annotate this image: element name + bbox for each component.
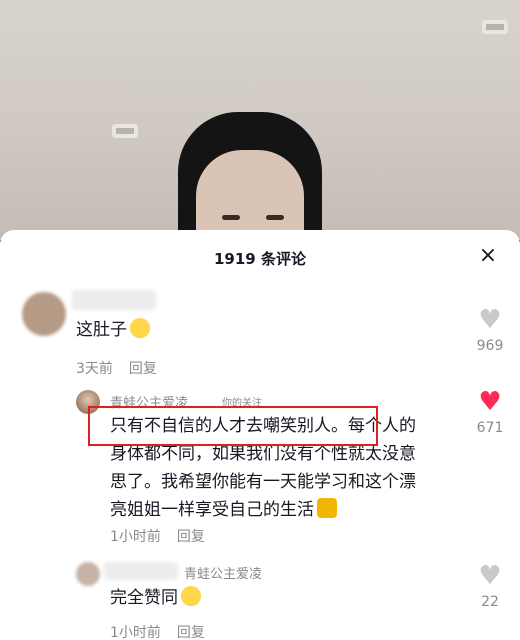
- reply-button[interactable]: 回复: [177, 529, 205, 545]
- heart-icon[interactable]: ♥: [470, 562, 510, 590]
- heart-icon[interactable]: ♥: [470, 388, 510, 416]
- comment-time: 3天前: [76, 361, 113, 377]
- like-count: 22: [481, 594, 499, 610]
- comment-author[interactable]: 青蛙公主爱凌: [184, 563, 262, 582]
- thumbs-up-icon: [317, 498, 337, 518]
- like-button[interactable]: ♥ 22: [470, 562, 510, 610]
- reply-button[interactable]: 回复: [129, 361, 157, 377]
- like-count: 969: [476, 338, 504, 354]
- blurred-username: [104, 562, 178, 580]
- ceiling-light: [112, 124, 138, 138]
- comment-time: 1小时前: [110, 625, 161, 640]
- person-face: [196, 150, 304, 240]
- highlight-box: [88, 406, 378, 446]
- ceiling-light: [482, 20, 508, 34]
- comment-text: 完全赞同: [110, 584, 201, 612]
- comment-meta: 1小时前 回复: [110, 622, 205, 640]
- video-background: [0, 0, 520, 240]
- person-eye: [222, 215, 240, 220]
- comment-meta: 3天前 回复: [76, 358, 157, 378]
- comment-count-title: 1919 条评论: [214, 250, 306, 268]
- comment-sheet: 1919 条评论 × 这肚子 3天前 回复 ♥ 969 青蛙公主爱凌 你的关注 只…: [0, 230, 520, 640]
- avatar[interactable]: [76, 562, 100, 586]
- comment-text-line: 亮姐姐一样享受自己的生活: [110, 500, 314, 520]
- laughing-face-icon: [130, 318, 150, 338]
- like-count: 671: [476, 420, 504, 436]
- reply-button[interactable]: 回复: [177, 625, 205, 640]
- avatar[interactable]: [22, 292, 66, 336]
- heart-icon[interactable]: ♥: [470, 306, 510, 334]
- crying-face-icon: [181, 586, 201, 606]
- comment-text-body: 完全赞同: [110, 588, 178, 608]
- comment-text-body: 这肚子: [76, 320, 127, 340]
- like-button[interactable]: ♥ 671: [470, 388, 510, 436]
- comment-text-line: 思了。我希望你能有一天能学习和这个漂: [110, 472, 416, 492]
- comment-text: 这肚子: [76, 316, 150, 344]
- comment-time: 1小时前: [110, 529, 161, 545]
- like-button[interactable]: ♥ 969: [470, 306, 510, 354]
- blurred-username: [72, 290, 156, 310]
- close-icon[interactable]: ×: [476, 244, 500, 268]
- comment-meta: 1小时前 回复: [110, 526, 205, 546]
- person-eye: [266, 215, 284, 220]
